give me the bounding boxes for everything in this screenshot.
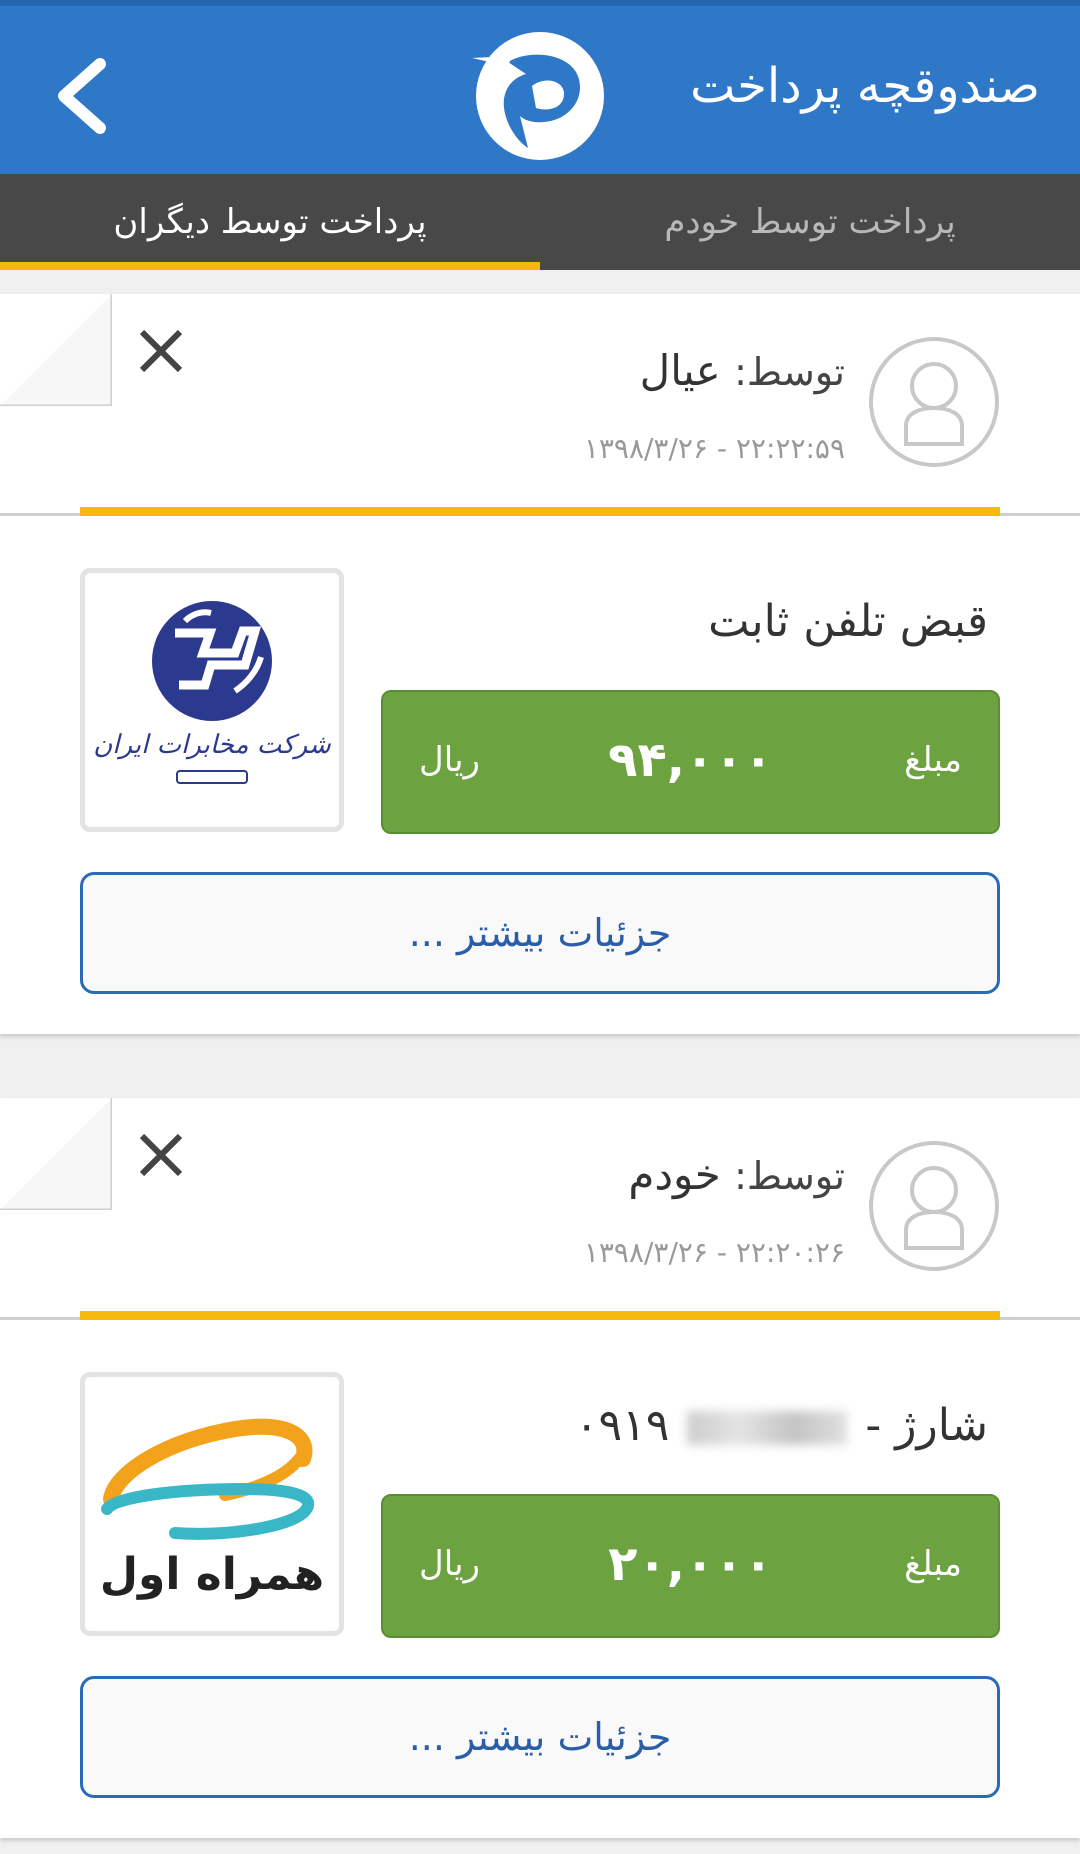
phone-number-visible: ۰۹۱۹: [574, 1400, 670, 1451]
user-avatar-icon: [868, 1140, 1000, 1272]
payment-timestamp: ۱۳۹۸/۳/۲۶ - ۲۲:۲۲:۵۹: [583, 432, 845, 465]
amount-unit: ریال: [419, 740, 480, 780]
service-name: شارژ - ۰۹۱۹: [575, 1400, 988, 1451]
back-chevron-icon[interactable]: [50, 56, 120, 136]
tab-paid-by-me[interactable]: پرداخت توسط خودم: [540, 174, 1080, 270]
telecom-logo-text: شرکت مخابرات ایران: [93, 730, 332, 760]
accent-divider: [80, 1311, 1000, 1320]
payment-card: توسط: عیال ۱۳۹۸/۳/۲۶ - ۲۲:۲۲:۵۹ شرکت مخا…: [0, 294, 1080, 1034]
payer-name: عیال: [639, 346, 721, 395]
telecom-logo-icon: شرکت مخابرات ایران: [80, 568, 344, 832]
amount-unit: ریال: [419, 1544, 480, 1584]
close-icon[interactable]: [136, 326, 186, 376]
payer-line: توسط: عیال: [640, 346, 845, 395]
payer-line: توسط: خودم: [628, 1150, 845, 1199]
corner-fold-icon: [0, 1098, 114, 1212]
service-name: قبض تلفن ثابت: [708, 596, 988, 647]
payment-card-body: همراه اول شارژ - ۰۹۱۹ مبلغ ۲۰,۰۰۰ ریال ج…: [0, 1320, 1080, 1838]
payer-label: توسط:: [734, 1154, 845, 1198]
payer-name: خودم: [628, 1150, 721, 1199]
more-details-button[interactable]: جزئیات بیشتر ...: [80, 872, 1000, 994]
payment-card: توسط: خودم ۱۳۹۸/۳/۲۶ - ۲۲:۲۰:۲۶ همراه او…: [0, 1098, 1080, 1838]
payment-card-body: شرکت مخابرات ایران قبض تلفن ثابت مبلغ ۹۴…: [0, 516, 1080, 1034]
user-avatar-icon: [868, 336, 1000, 468]
amount-box: مبلغ ۲۰,۰۰۰ ریال: [381, 1494, 1000, 1638]
payer-label: توسط:: [734, 350, 845, 394]
corner-fold-icon: [0, 294, 114, 408]
more-details-button[interactable]: جزئیات بیشتر ...: [80, 1676, 1000, 1798]
payment-timestamp: ۱۳۹۸/۳/۲۶ - ۲۲:۲۰:۲۶: [583, 1236, 845, 1269]
app-logo-icon: [472, 28, 608, 164]
accent-divider: [80, 507, 1000, 516]
tab-bar: پرداخت توسط دیگران پرداخت توسط خودم: [0, 174, 1080, 270]
service-prefix: شارژ -: [865, 1400, 988, 1451]
page-title: صندوقچه پرداخت: [690, 58, 1040, 114]
payment-card-header: توسط: عیال ۱۳۹۸/۳/۲۶ - ۲۲:۲۲:۵۹: [0, 294, 1080, 516]
amount-box: مبلغ ۹۴,۰۰۰ ریال: [381, 690, 1000, 834]
hamrah-aval-logo-icon: همراه اول: [80, 1372, 344, 1636]
payment-card-header: توسط: خودم ۱۳۹۸/۳/۲۶ - ۲۲:۲۰:۲۶: [0, 1098, 1080, 1320]
app-header: صندوقچه پرداخت: [0, 0, 1080, 174]
phone-number-redacted: [687, 1411, 848, 1445]
hamrah-aval-logo-text: همراه اول: [100, 1549, 324, 1600]
close-icon[interactable]: [136, 1130, 186, 1180]
tab-paid-by-others[interactable]: پرداخت توسط دیگران: [0, 174, 540, 270]
